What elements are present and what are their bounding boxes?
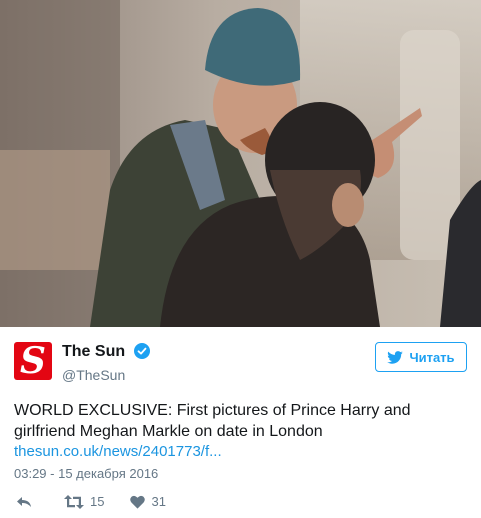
- like-count: 31: [151, 494, 166, 509]
- author-display-name[interactable]: The Sun: [62, 343, 125, 360]
- tweet-card: S The Sun @TheSun Читать WORLD EXCLUSIVE…: [0, 0, 481, 518]
- heart-icon: [130, 495, 146, 509]
- author-names: The Sun @TheSun: [62, 342, 150, 385]
- verified-badge-icon: [133, 343, 150, 364]
- author-handle[interactable]: @TheSun: [62, 365, 150, 385]
- tweet-actions: 15 31: [16, 494, 192, 509]
- tweet-link[interactable]: thesun.co.uk/news/2401773/f...: [14, 443, 222, 460]
- logo-letter: S: [20, 342, 46, 380]
- tweet-timestamp[interactable]: 03:29 - 15 декабря 2016: [14, 466, 158, 481]
- retweet-icon: [64, 494, 84, 509]
- retweet-button[interactable]: 15: [64, 494, 104, 509]
- photo-illustration: [0, 0, 481, 327]
- reply-icon: [17, 496, 31, 507]
- twitter-bird-icon: [387, 350, 404, 364]
- like-button[interactable]: 31: [130, 494, 166, 509]
- reply-button[interactable]: [16, 495, 38, 509]
- tweet-text: WORLD EXCLUSIVE: First pictures of Princ…: [14, 402, 411, 440]
- tweet-photo[interactable]: [0, 0, 481, 327]
- the-sun-logo[interactable]: S: [14, 342, 52, 380]
- tweet-author: S The Sun @TheSun Читать: [14, 342, 467, 385]
- retweet-count: 15: [90, 494, 105, 509]
- follow-button[interactable]: Читать: [375, 342, 467, 372]
- follow-button-label: Читать: [409, 349, 455, 365]
